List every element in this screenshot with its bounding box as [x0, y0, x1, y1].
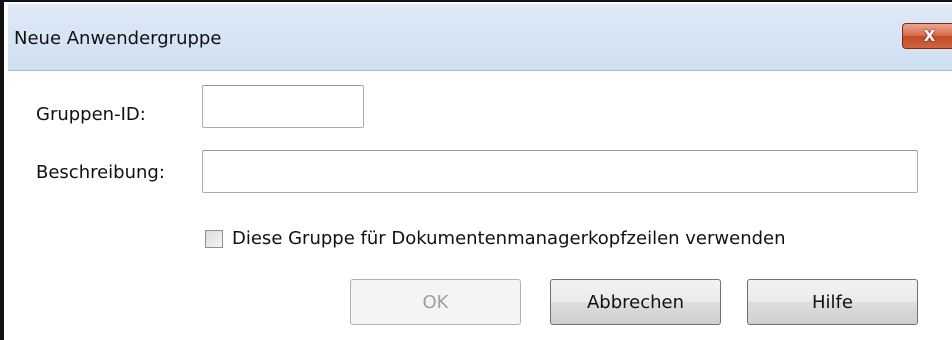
window-title: Neue Anwendergruppe — [14, 28, 222, 49]
group-id-label: Gruppen-ID: — [36, 104, 146, 125]
close-button[interactable]: X — [902, 23, 952, 49]
help-button[interactable]: Hilfe — [747, 279, 918, 325]
cancel-button[interactable]: Abbrechen — [550, 279, 721, 325]
description-label: Beschreibung: — [36, 162, 165, 183]
title-bar[interactable]: Neue Anwendergruppe — [8, 4, 952, 71]
use-for-document-manager-headers-checkbox[interactable] — [205, 230, 223, 248]
close-icon: X — [923, 27, 936, 45]
checkbox-label[interactable]: Diese Gruppe für Dokumentenmanagerkopfze… — [232, 228, 786, 249]
group-id-input[interactable] — [202, 85, 364, 128]
description-input[interactable] — [202, 150, 918, 193]
ok-button[interactable]: OK — [350, 279, 521, 325]
